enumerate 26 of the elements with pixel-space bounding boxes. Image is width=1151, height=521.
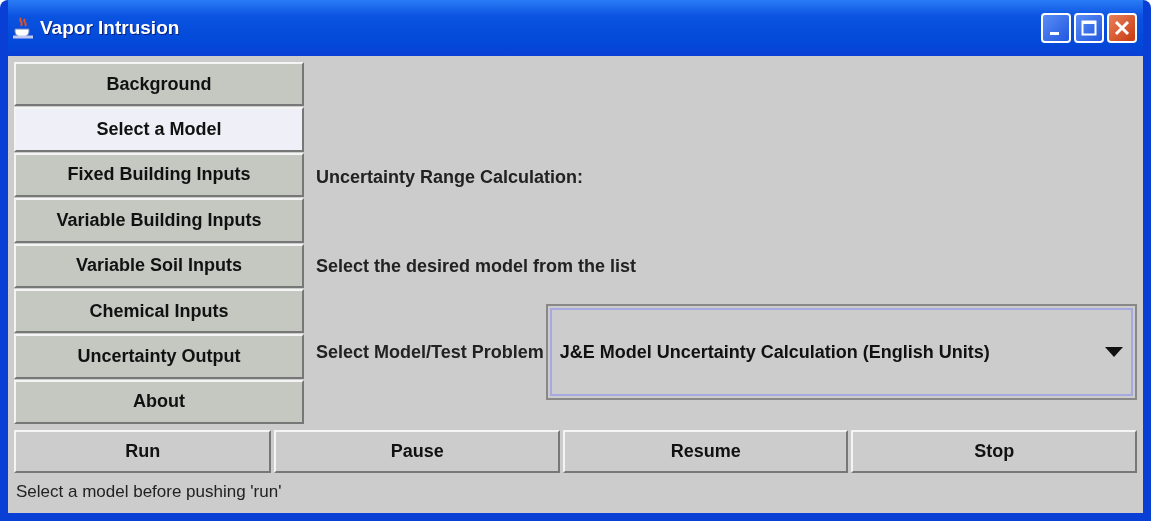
nav-button[interactable]: Select a Model <box>14 107 304 152</box>
section-heading: Uncertainty Range Calculation: <box>316 166 585 189</box>
nav-button[interactable]: Variable Soil Inputs <box>14 243 304 288</box>
action-button[interactable]: Resume <box>562 430 849 473</box>
cup-icon <box>12 16 34 40</box>
model-label: Select Model/Test Problem <box>316 340 544 364</box>
maximize-button[interactable] <box>1074 13 1104 43</box>
nav-button[interactable]: Variable Building Inputs <box>14 198 304 243</box>
close-icon <box>1114 20 1130 36</box>
close-button[interactable] <box>1107 13 1137 43</box>
minimize-button[interactable] <box>1041 13 1071 43</box>
nav-button[interactable]: Uncertainty Output <box>14 334 304 379</box>
minimize-icon <box>1050 31 1059 35</box>
nav-button[interactable]: Background <box>14 62 304 107</box>
action-button[interactable]: Stop <box>851 430 1137 473</box>
nav-button[interactable]: Chemical Inputs <box>14 288 304 334</box>
status-text: Select a model before pushing 'run' <box>15 481 283 503</box>
window-title: Vapor Intrusion <box>40 15 181 40</box>
caret-icon <box>1105 347 1123 357</box>
action-button[interactable]: Run <box>14 430 272 473</box>
model-dropdown[interactable]: J&E Model Uncertainty Calculation (English Units) <box>545 304 1137 400</box>
action-button[interactable]: Pause <box>274 430 560 473</box>
instruction-text: Select the desired model from the list <box>316 255 638 278</box>
nav-button[interactable]: Fixed Building Inputs <box>14 152 304 198</box>
maximize-icon <box>1081 20 1097 36</box>
nav-button[interactable]: About <box>14 379 304 424</box>
